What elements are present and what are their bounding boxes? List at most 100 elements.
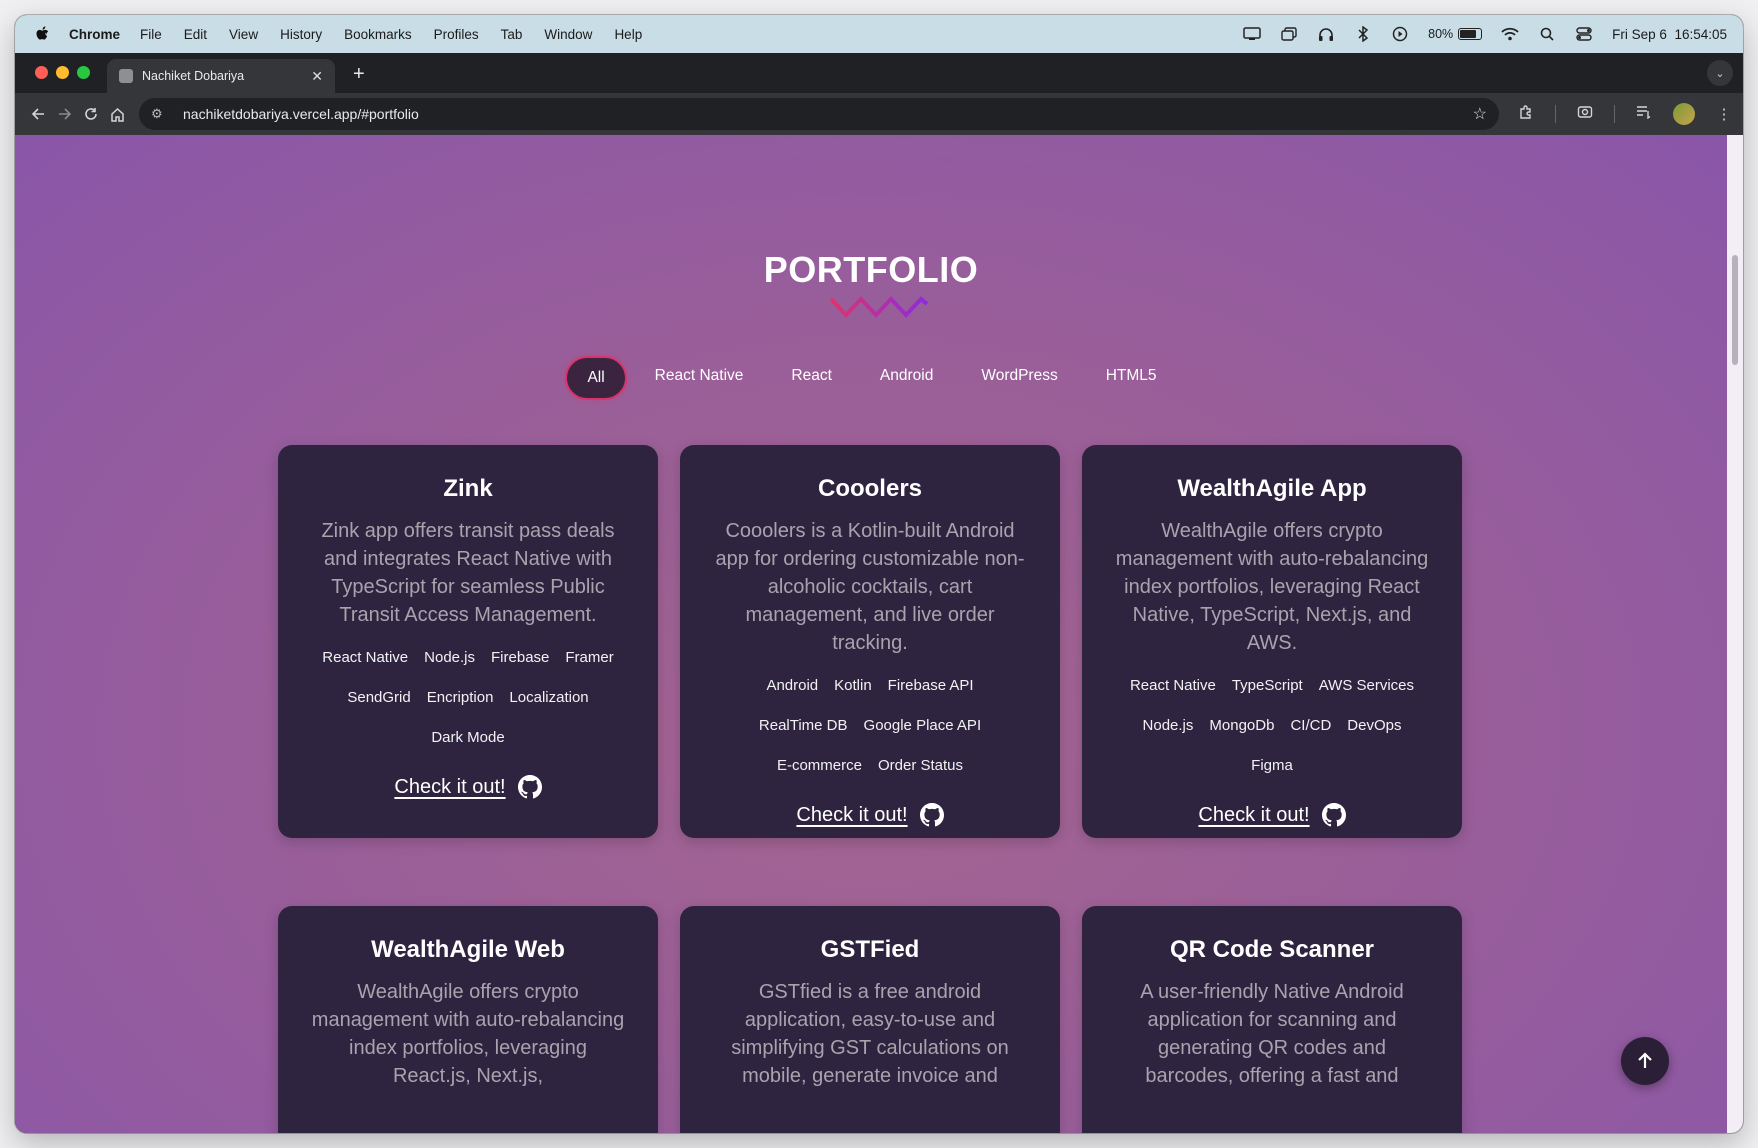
site-settings-icon[interactable]: ⚙	[151, 106, 171, 122]
maximize-window-button[interactable]	[77, 66, 90, 79]
project-description: Cooolers is a Kotlin-built Android app f…	[715, 520, 1025, 654]
menu-tab[interactable]: Tab	[501, 27, 523, 42]
project-card: Zink Zink app offers transit pass deals …	[278, 445, 658, 838]
menubar-clock[interactable]: Fri Sep 6 16:54:05	[1612, 27, 1727, 42]
project-tag: Node.js	[1142, 717, 1194, 734]
address-bar[interactable]: ⚙ nachiketdobariya.vercel.app/#portfolio…	[139, 98, 1499, 130]
project-description: GSTfied is a free android application, e…	[731, 981, 1009, 1087]
url-text[interactable]: nachiketdobariya.vercel.app/#portfolio	[183, 106, 419, 122]
menubar-app-name[interactable]: Chrome	[69, 27, 120, 42]
tab-strip: Nachiket Dobariya ✕ + ⌄	[15, 53, 1743, 93]
menu-file[interactable]: File	[140, 27, 162, 42]
project-links: Check it out!	[300, 775, 636, 799]
project-tag: TypeScript	[1231, 677, 1303, 694]
project-card: Cooolers Cooolers is a Kotlin-built Andr…	[680, 445, 1060, 838]
tab-search-chevron-icon[interactable]: ⌄	[1707, 60, 1733, 86]
project-description: WealthAgile offers crypto management wit…	[1115, 520, 1429, 654]
reading-list-icon[interactable]	[1635, 105, 1653, 123]
project-tag: AWS Services	[1318, 677, 1415, 694]
battery-icon	[1458, 28, 1483, 40]
project-tag: SendGrid	[347, 689, 411, 706]
project-title: Zink	[443, 475, 493, 502]
forward-arrow-icon[interactable]	[52, 99, 79, 129]
search-icon[interactable]	[1538, 26, 1556, 42]
close-window-button[interactable]	[35, 66, 48, 79]
window-stack-icon[interactable]	[1280, 26, 1298, 42]
project-description: A user-friendly Native Android applicati…	[1140, 981, 1404, 1087]
project-description: WealthAgile offers crypto management wit…	[311, 981, 625, 1087]
portfolio-filters: All React Native React Android WordPress…	[15, 356, 1727, 400]
screenshot-icon[interactable]	[1576, 104, 1594, 124]
filter-all[interactable]: All	[565, 356, 627, 400]
more-menu-icon[interactable]: ⋮	[1715, 105, 1733, 123]
filter-wordpress[interactable]: WordPress	[961, 356, 1077, 400]
reload-icon[interactable]	[78, 99, 105, 129]
title-zigzag-decoration	[829, 296, 929, 318]
github-icon[interactable]	[517, 775, 542, 799]
filter-react-native[interactable]: React Native	[635, 356, 764, 400]
window-controls	[35, 66, 90, 79]
battery-status[interactable]: 80%	[1428, 27, 1483, 41]
apple-icon[interactable]	[35, 25, 51, 43]
project-links: Check it out!	[1104, 803, 1440, 827]
toolbar-actions: ⋮	[1517, 103, 1733, 125]
project-tag: React Native	[322, 649, 409, 666]
project-card: QR Code Scanner A user-friendly Native A…	[1082, 906, 1462, 1133]
project-card: WealthAgile App WealthAgile offers crypt…	[1082, 445, 1462, 838]
minimize-window-button[interactable]	[56, 66, 69, 79]
back-arrow-icon[interactable]	[25, 99, 52, 129]
project-tag: CI/CD	[1290, 717, 1332, 734]
check-it-out-link[interactable]: Check it out!	[796, 804, 907, 827]
headphones-icon[interactable]	[1317, 26, 1335, 42]
project-title: QR Code Scanner	[1169, 936, 1375, 963]
menu-bookmarks[interactable]: Bookmarks	[344, 27, 412, 42]
tab-close-icon[interactable]: ✕	[311, 68, 323, 85]
project-tag: Firebase	[491, 649, 550, 666]
new-tab-icon[interactable]: +	[353, 63, 365, 86]
check-it-out-link[interactable]: Check it out!	[394, 776, 505, 799]
bluetooth-icon[interactable]	[1354, 26, 1372, 42]
home-icon[interactable]	[105, 99, 132, 129]
profile-avatar[interactable]	[1673, 103, 1695, 125]
play-circle-icon[interactable]	[1391, 26, 1409, 42]
project-tags: React Native TypeScript AWS Services Nod…	[1104, 673, 1440, 779]
filter-android[interactable]: Android	[860, 356, 953, 400]
project-card: WealthAgile Web WealthAgile offers crypt…	[278, 906, 658, 1133]
menu-profiles[interactable]: Profiles	[434, 27, 479, 42]
project-tag: RealTime DB	[758, 717, 848, 734]
display-icon[interactable]	[1243, 26, 1261, 42]
filter-react[interactable]: React	[771, 356, 852, 400]
page-title: PORTFOLIO	[763, 249, 979, 290]
project-tag: Encription	[426, 689, 494, 706]
project-tag: Order Status	[877, 757, 964, 774]
page-scrollbar[interactable]	[1727, 135, 1743, 1133]
github-icon[interactable]	[919, 803, 944, 827]
project-tag: React Native	[1129, 677, 1216, 694]
control-center-icon[interactable]	[1575, 26, 1593, 42]
browser-toolbar: ⚙ nachiketdobariya.vercel.app/#portfolio…	[15, 93, 1743, 135]
project-title: GSTFied	[820, 936, 920, 963]
github-icon[interactable]	[1321, 803, 1346, 827]
project-tag: Localization	[509, 689, 589, 706]
menu-history[interactable]: History	[280, 27, 322, 42]
menu-help[interactable]: Help	[614, 27, 642, 42]
project-tag: Kotlin	[834, 677, 872, 694]
project-tags: React Native Node.js Firebase Framer Sen…	[300, 645, 636, 751]
menu-edit[interactable]: Edit	[184, 27, 207, 42]
project-title: Cooolers	[817, 475, 922, 502]
project-tag: Framer	[565, 649, 614, 666]
extensions-puzzle-icon[interactable]	[1517, 104, 1535, 124]
bookmark-star-icon[interactable]: ☆	[1473, 104, 1487, 124]
project-tag: Figma	[1251, 757, 1293, 774]
wifi-icon[interactable]	[1501, 26, 1519, 42]
filter-html5[interactable]: HTML5	[1086, 356, 1177, 400]
scrollbar-thumb[interactable]	[1732, 255, 1738, 365]
menu-view[interactable]: View	[229, 27, 258, 42]
check-it-out-link[interactable]: Check it out!	[1198, 804, 1309, 827]
arrow-up-icon	[1638, 1052, 1652, 1068]
battery-percent: 80%	[1428, 27, 1454, 41]
scroll-to-top-button[interactable]	[1621, 1037, 1669, 1085]
browser-tab[interactable]: Nachiket Dobariya ✕	[107, 59, 335, 93]
macos-menubar: Chrome File Edit View History Bookmarks …	[15, 15, 1743, 53]
menu-window[interactable]: Window	[544, 27, 592, 42]
